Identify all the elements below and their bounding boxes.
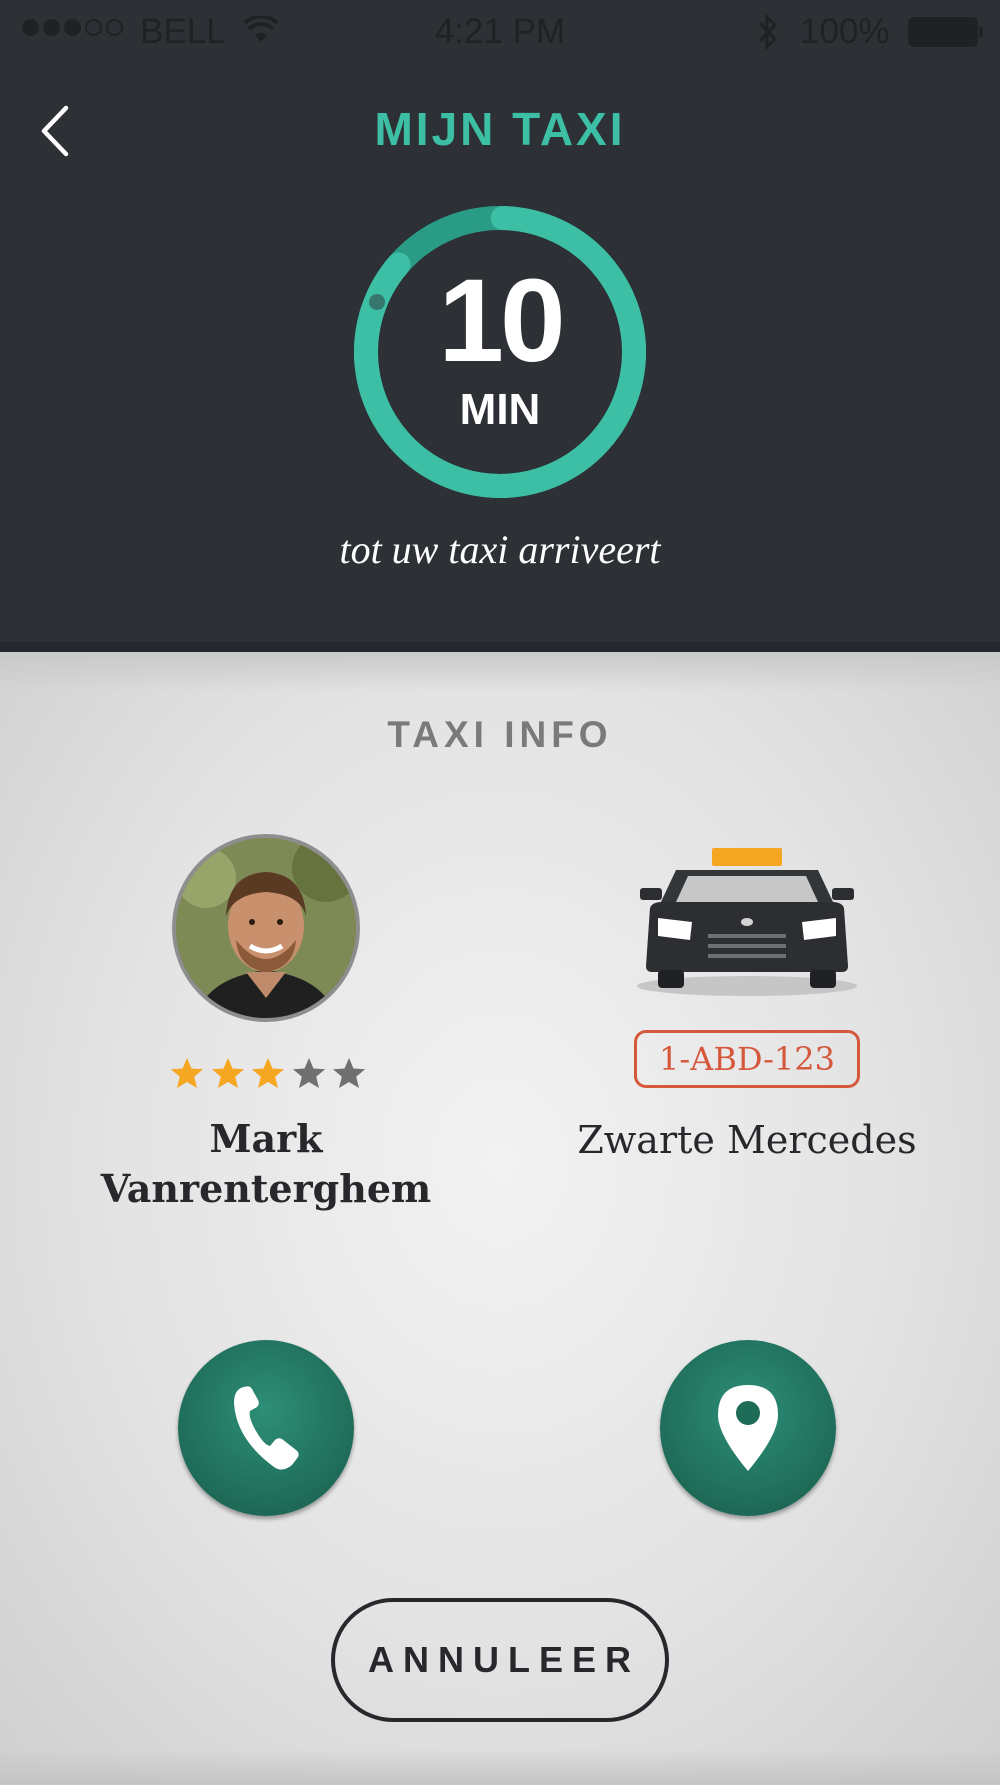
taxi-info-panel: TAXI INFO Mark Vanrenterghem 1-ABD-123 Z… <box>0 642 1000 1785</box>
taxi-car-icon <box>637 848 857 996</box>
star-filled-icon <box>252 1058 284 1088</box>
license-plate: 1-ABD-123 <box>634 1030 860 1088</box>
driver-name: Mark Vanrenterghem <box>100 1116 432 1211</box>
driver-photo <box>176 838 356 1018</box>
star-empty-icon <box>333 1058 365 1088</box>
status-bar: BELL 4:21 PM 100% <box>0 0 1000 64</box>
battery-percentage: 100% <box>800 12 890 51</box>
cancel-button[interactable]: ANNULEER <box>331 1598 669 1722</box>
panel-bottom-shadow <box>0 1749 1000 1785</box>
section-title: TAXI INFO <box>387 714 613 755</box>
star-filled-icon <box>171 1058 203 1088</box>
location-pin-icon <box>718 1385 778 1471</box>
show-location-button[interactable] <box>660 1340 836 1516</box>
countdown-unit: MIN <box>459 385 541 434</box>
header-section: BELL 4:21 PM 100% MIJN TAXI 10 MIN tot u… <box>0 0 1000 642</box>
phone-icon <box>234 1386 299 1470</box>
countdown-value: 10 <box>438 255 565 387</box>
battery-icon <box>908 17 983 47</box>
star-empty-icon <box>292 1058 325 1088</box>
call-driver-button[interactable] <box>178 1340 354 1516</box>
star-filled-icon <box>211 1058 244 1088</box>
driver-avatar <box>172 834 360 1022</box>
car-model: Zwarte Mercedes <box>577 1118 917 1162</box>
arrival-subtitle: tot uw taxi arriveert <box>339 527 661 572</box>
panel-shadow <box>0 652 1000 692</box>
bluetooth-icon <box>758 13 778 51</box>
driver-rating <box>170 1056 366 1090</box>
page-title: MIJN TAXI <box>374 103 626 155</box>
